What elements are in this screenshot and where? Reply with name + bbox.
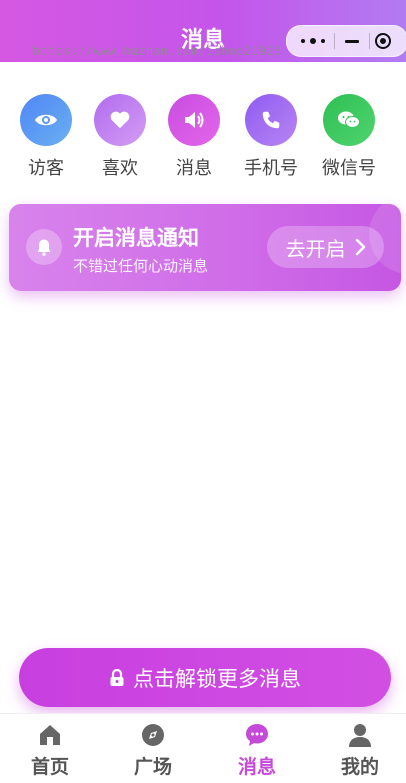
tab-square[interactable]: 广场	[113, 722, 193, 779]
more-menu-button[interactable]	[299, 34, 329, 48]
capsule-divider	[334, 33, 335, 49]
home-icon	[37, 722, 63, 748]
unlock-button-label: 点击解锁更多消息	[133, 666, 301, 691]
tab-messages[interactable]: 消息	[217, 722, 297, 779]
tab-home[interactable]: 首页	[10, 722, 90, 779]
banner-title: 开启消息通知	[73, 226, 199, 250]
quick-action-label: 微信号	[322, 158, 376, 179]
quick-action-visitors[interactable]: 访客	[11, 94, 81, 180]
dot-icon	[310, 38, 316, 44]
tab-label: 广场	[133, 756, 172, 778]
bell-icon	[26, 229, 62, 265]
enable-button-label: 去开启	[285, 236, 346, 261]
heart-icon	[94, 94, 146, 146]
capsule-divider	[369, 33, 370, 49]
quick-action-likes[interactable]: 喜欢	[85, 94, 155, 180]
tab-label: 消息	[237, 756, 276, 778]
speaker-icon	[168, 94, 220, 146]
unlock-more-messages-button[interactable]: 点击解锁更多消息	[19, 648, 391, 707]
lock-icon	[110, 668, 124, 686]
chevron-right-icon	[355, 238, 365, 256]
tab-label: 首页	[30, 756, 69, 778]
watermark-text: https://www.huzhan.com/ishop21923	[33, 44, 282, 58]
enable-notifications-button[interactable]: 去开启	[267, 226, 384, 268]
notification-banner: 开启消息通知 不错过任何心动消息 去开启	[9, 204, 401, 291]
tab-label: 我的	[340, 756, 379, 778]
compass-icon	[140, 722, 166, 748]
quick-action-label: 喜欢	[102, 158, 138, 179]
user-icon	[347, 722, 373, 748]
quick-action-wechat[interactable]: 微信号	[314, 94, 384, 180]
dot-icon	[321, 39, 325, 43]
bottom-tab-bar: 首页 广场 消息 我的	[0, 713, 406, 783]
tab-profile[interactable]: 我的	[320, 722, 400, 779]
phone-icon	[245, 94, 297, 146]
quick-action-label: 访客	[28, 158, 64, 179]
mini-program-capsule	[286, 25, 406, 57]
quick-action-label: 消息	[176, 158, 212, 179]
wechat-icon	[323, 94, 375, 146]
chat-bubble-icon	[244, 722, 270, 748]
banner-subtitle: 不错过任何心动消息	[73, 257, 209, 275]
close-target-button[interactable]	[375, 33, 391, 49]
quick-action-messages[interactable]: 消息	[159, 94, 229, 180]
quick-action-phone[interactable]: 手机号	[236, 94, 306, 180]
eye-icon	[20, 94, 72, 146]
minimize-button[interactable]	[342, 34, 362, 48]
dot-icon	[301, 39, 305, 43]
quick-action-label: 手机号	[244, 158, 298, 179]
